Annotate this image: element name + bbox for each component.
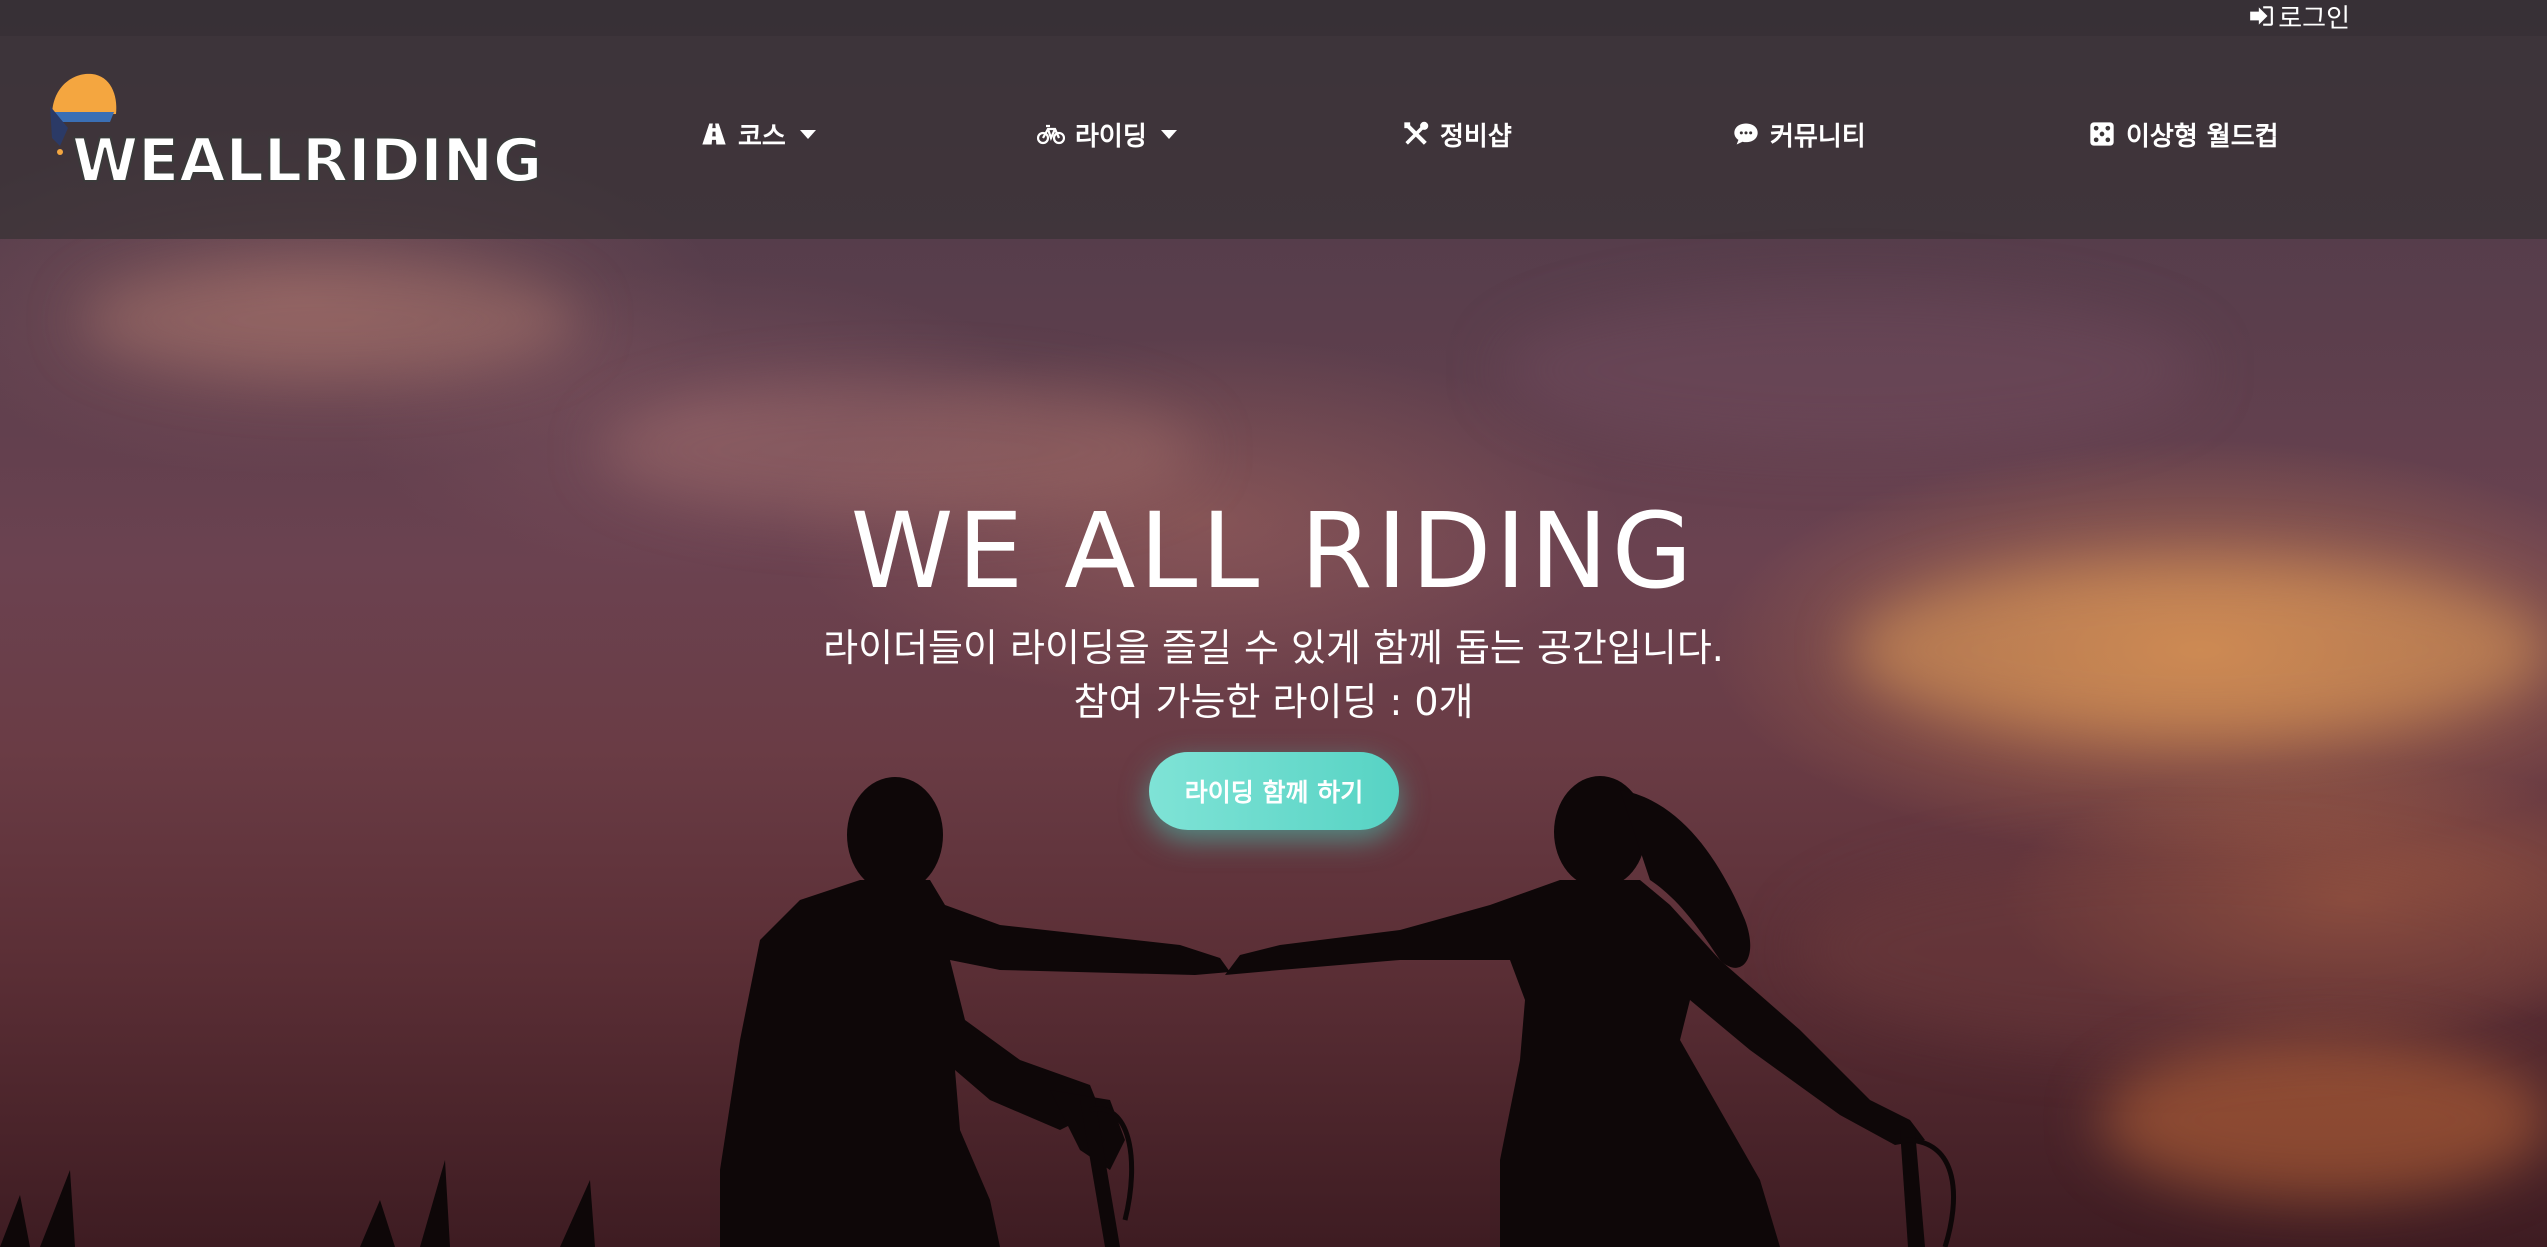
nav-item-label: 라이딩 <box>1075 121 1147 152</box>
brand-logo-text: WEALLRIDING <box>71 125 543 197</box>
nav-item-repair-shop[interactable]: 정비샵 <box>1402 114 1512 154</box>
nav-item-label: 이상형 월드컵 <box>2126 121 2279 152</box>
brand-logo[interactable]: WEALLRIDING <box>44 66 543 206</box>
available-rides-count: 참여 가능한 라이딩 : 0개 <box>1073 680 1474 724</box>
nav-item-label: 커뮤니티 <box>1770 121 1866 152</box>
hero-title: WE ALL RIDING <box>850 490 1697 612</box>
page: 로그인 WEALLRIDING 코스 라이딩 정비샵 커뮤니티 이상형 월드컵 … <box>0 0 2547 1247</box>
road-icon <box>702 123 726 145</box>
nav-item-riding[interactable]: 라이딩 <box>1037 114 1177 154</box>
nav-item-course[interactable]: 코스 <box>700 114 816 154</box>
chevron-down-icon <box>1160 129 1177 139</box>
main-navbar: WEALLRIDING 코스 라이딩 정비샵 커뮤니티 이상형 월드컵 <box>0 36 2547 239</box>
chevron-down-icon <box>799 129 816 139</box>
top-bar: 로그인 <box>0 0 2547 36</box>
nav-item-community[interactable]: 커뮤니티 <box>1732 114 1866 154</box>
join-riding-button[interactable]: 라이딩 함께 하기 <box>1149 752 1399 830</box>
tools-icon <box>1404 121 1429 145</box>
nav-item-label: 코스 <box>738 121 786 152</box>
nav-item-worldcup[interactable]: 이상형 월드컵 <box>2088 114 2279 154</box>
login-label: 로그인 <box>2278 3 2350 34</box>
sign-in-icon <box>2250 6 2274 26</box>
bicycle-icon <box>1037 124 1065 145</box>
dice-icon <box>2090 122 2114 146</box>
nav-item-label: 정비샵 <box>1440 121 1512 152</box>
comment-icon <box>1734 123 1758 145</box>
login-link[interactable]: 로그인 <box>2248 0 2350 34</box>
hero-subtitle: 라이더들이 라이딩을 즐길 수 있게 함께 돕는 공간입니다. <box>823 626 1724 670</box>
